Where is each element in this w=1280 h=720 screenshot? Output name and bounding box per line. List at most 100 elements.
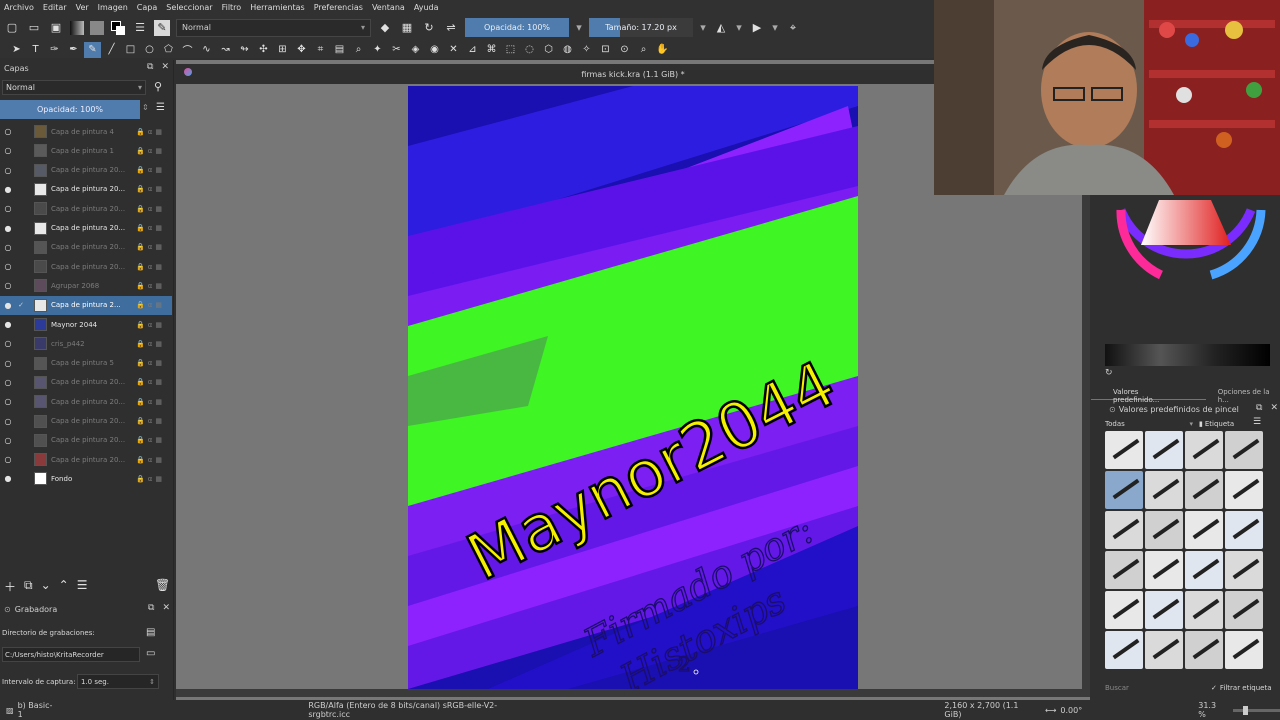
alpha-lock-icon[interactable]: α bbox=[148, 456, 153, 464]
enclose-fill-icon[interactable]: ◉ bbox=[426, 42, 443, 58]
save-icon[interactable]: ▣ bbox=[48, 20, 64, 36]
brush-preset-item[interactable] bbox=[1145, 471, 1183, 509]
menu-item[interactable]: Imagen bbox=[98, 3, 128, 12]
close-icon[interactable]: ✕ bbox=[161, 62, 169, 72]
open-document-icon[interactable]: ▭ bbox=[26, 20, 42, 36]
move-down-icon[interactable]: ⌄ bbox=[41, 578, 51, 595]
menu-item[interactable]: Archivo bbox=[4, 3, 34, 12]
brush-preset-item[interactable] bbox=[1225, 511, 1263, 549]
folder-icon[interactable]: ▭ bbox=[146, 648, 155, 659]
brush-preset-item[interactable] bbox=[1225, 631, 1263, 669]
layer-row[interactable]: ○ Capa de pintura 5 🔒 α ▦ bbox=[0, 354, 172, 373]
brush-preset-icon[interactable]: ✎ bbox=[154, 19, 170, 36]
inherit-alpha-icon[interactable]: ▦ bbox=[155, 398, 162, 406]
freehand-path-icon[interactable]: ↝ bbox=[217, 42, 234, 58]
inherit-alpha-icon[interactable]: ▦ bbox=[155, 128, 162, 136]
eye-icon[interactable]: ● bbox=[0, 301, 16, 310]
stepper-icon[interactable]: ⇕ bbox=[142, 103, 149, 112]
eye-icon[interactable]: ● bbox=[0, 320, 16, 329]
lock-icon[interactable]: 🔒 bbox=[136, 128, 145, 136]
alpha-lock-icon[interactable]: α bbox=[148, 185, 153, 193]
alpha-lock-icon[interactable]: α bbox=[148, 301, 153, 309]
layer-row[interactable]: ○ Agrupar 2068 🔒 α ▦ bbox=[0, 276, 172, 295]
brush-preset-item[interactable] bbox=[1225, 591, 1263, 629]
size-slider[interactable]: Tamaño: 17.20 px bbox=[589, 18, 693, 37]
duplicate-layer-icon[interactable]: ⧉ bbox=[24, 578, 33, 595]
inherit-alpha-icon[interactable]: ▦ bbox=[155, 436, 162, 444]
ellipse-select-icon[interactable]: ◌ bbox=[521, 42, 538, 58]
preserve-alpha-icon[interactable]: ▦ bbox=[399, 20, 415, 36]
lock-icon[interactable]: 🔒 bbox=[136, 205, 145, 213]
color-selector[interactable] bbox=[1101, 190, 1271, 300]
zoom-slider[interactable] bbox=[1232, 705, 1280, 715]
eye-closed-icon[interactable]: ○ bbox=[0, 243, 16, 252]
inherit-alpha-icon[interactable]: ▦ bbox=[155, 321, 162, 329]
bezier-tool-icon[interactable]: ∿ bbox=[198, 42, 215, 58]
inherit-alpha-icon[interactable]: ▦ bbox=[155, 185, 162, 193]
lock-icon[interactable]: 🔒 bbox=[136, 301, 145, 309]
close-icon[interactable]: ✕ bbox=[162, 603, 170, 613]
recordings-dir-field[interactable]: C:/Users/histo\KritaRecorder bbox=[2, 647, 140, 662]
layer-row[interactable]: ○ Capa de pintura 20... 🔒 α ▦ bbox=[0, 257, 172, 276]
eye-icon[interactable]: ● bbox=[0, 474, 16, 483]
chevron-down-icon[interactable]: ▾ bbox=[771, 20, 779, 36]
calligraphy-icon[interactable]: ✒ bbox=[65, 42, 82, 58]
opacity-slider[interactable]: Opacidad: 100% bbox=[465, 18, 569, 37]
inherit-alpha-icon[interactable]: ▦ bbox=[155, 340, 162, 348]
tab-tool-options[interactable]: Opciones de la h... bbox=[1206, 388, 1280, 404]
lock-icon[interactable]: 🔒 bbox=[136, 359, 145, 367]
capture-interval-field[interactable]: 1.0 seg. ⇕ bbox=[77, 674, 159, 689]
eye-closed-icon[interactable]: ○ bbox=[0, 204, 16, 213]
mirror-icon[interactable]: ⇌ bbox=[443, 20, 459, 36]
recorder-manage-icon[interactable]: ▤ bbox=[146, 627, 155, 638]
inherit-alpha-icon[interactable]: ▦ bbox=[155, 475, 162, 483]
status-rotation[interactable]: 0.00° bbox=[1060, 706, 1082, 715]
alpha-lock-icon[interactable]: α bbox=[148, 263, 153, 271]
brush-preset-item[interactable] bbox=[1225, 551, 1263, 589]
foreground-background-color-icon[interactable] bbox=[110, 20, 126, 36]
inherit-alpha-icon[interactable]: ▦ bbox=[155, 456, 162, 464]
brush-preset-item[interactable] bbox=[1145, 591, 1183, 629]
brush-preset-item[interactable] bbox=[1185, 631, 1223, 669]
line-tool-icon[interactable]: ╱ bbox=[103, 42, 120, 58]
view-options-icon[interactable]: ☰ bbox=[1253, 417, 1261, 427]
rect-select-icon[interactable]: ⬚ bbox=[502, 42, 519, 58]
alpha-lock-icon[interactable]: α bbox=[148, 128, 153, 136]
layer-row[interactable]: ● ✓ Capa de pintura 2... 🔒 α ▦ bbox=[0, 295, 172, 315]
collapse-icon[interactable]: ⊙ bbox=[4, 605, 11, 614]
crop-tool-icon[interactable]: ⌗ bbox=[312, 42, 329, 58]
eye-closed-icon[interactable]: ○ bbox=[0, 455, 16, 464]
move-tool-icon[interactable]: ✥ bbox=[293, 42, 310, 58]
rectangle-tool-icon[interactable]: □ bbox=[122, 42, 139, 58]
layer-row[interactable]: ○ Capa de pintura 20... 🔒 α ▦ bbox=[0, 238, 172, 257]
brush-preset-item[interactable] bbox=[1185, 591, 1223, 629]
color-picker-icon[interactable]: ⌕ bbox=[350, 42, 367, 58]
ellipse-tool-icon[interactable]: ○ bbox=[141, 42, 158, 58]
inherit-alpha-icon[interactable]: ▦ bbox=[155, 166, 162, 174]
eye-icon[interactable]: ● bbox=[0, 224, 16, 233]
reload-preset-icon[interactable]: ↻ bbox=[421, 20, 437, 36]
status-zoom[interactable]: 31.3 % bbox=[1198, 701, 1224, 719]
lock-icon[interactable]: 🔒 bbox=[136, 321, 145, 329]
zoom-slider-handle[interactable] bbox=[1242, 705, 1248, 715]
menu-item[interactable]: Ayuda bbox=[414, 3, 439, 12]
lock-icon[interactable]: 🔒 bbox=[136, 185, 145, 193]
brush-preset-item[interactable] bbox=[1225, 431, 1263, 469]
alpha-lock-icon[interactable]: α bbox=[148, 398, 153, 406]
eye-closed-icon[interactable]: ○ bbox=[0, 436, 16, 445]
bezier-select-icon[interactable]: ⊙ bbox=[616, 42, 633, 58]
alpha-lock-icon[interactable]: α bbox=[148, 147, 153, 155]
alpha-lock-icon[interactable]: α bbox=[148, 475, 153, 483]
filter-icon[interactable]: ⚲ bbox=[154, 80, 162, 93]
eye-closed-icon[interactable]: ○ bbox=[0, 378, 16, 387]
float-docker-icon[interactable]: ⧉ bbox=[1256, 403, 1262, 413]
add-layer-icon[interactable]: ＋ bbox=[4, 578, 16, 595]
preset-search-field[interactable]: Buscar bbox=[1105, 684, 1205, 696]
alpha-lock-icon[interactable]: α bbox=[148, 417, 153, 425]
brush-preset-item[interactable] bbox=[1185, 431, 1223, 469]
status-color-space[interactable]: RGB/Alfa (Entero de 8 bits/canal) sRGB-e… bbox=[308, 701, 526, 719]
inherit-alpha-icon[interactable]: ▦ bbox=[155, 301, 162, 309]
brush-preset-item[interactable] bbox=[1105, 471, 1143, 509]
polygon-select-icon[interactable]: ⬡ bbox=[540, 42, 557, 58]
new-document-icon[interactable]: ▢ bbox=[4, 20, 20, 36]
